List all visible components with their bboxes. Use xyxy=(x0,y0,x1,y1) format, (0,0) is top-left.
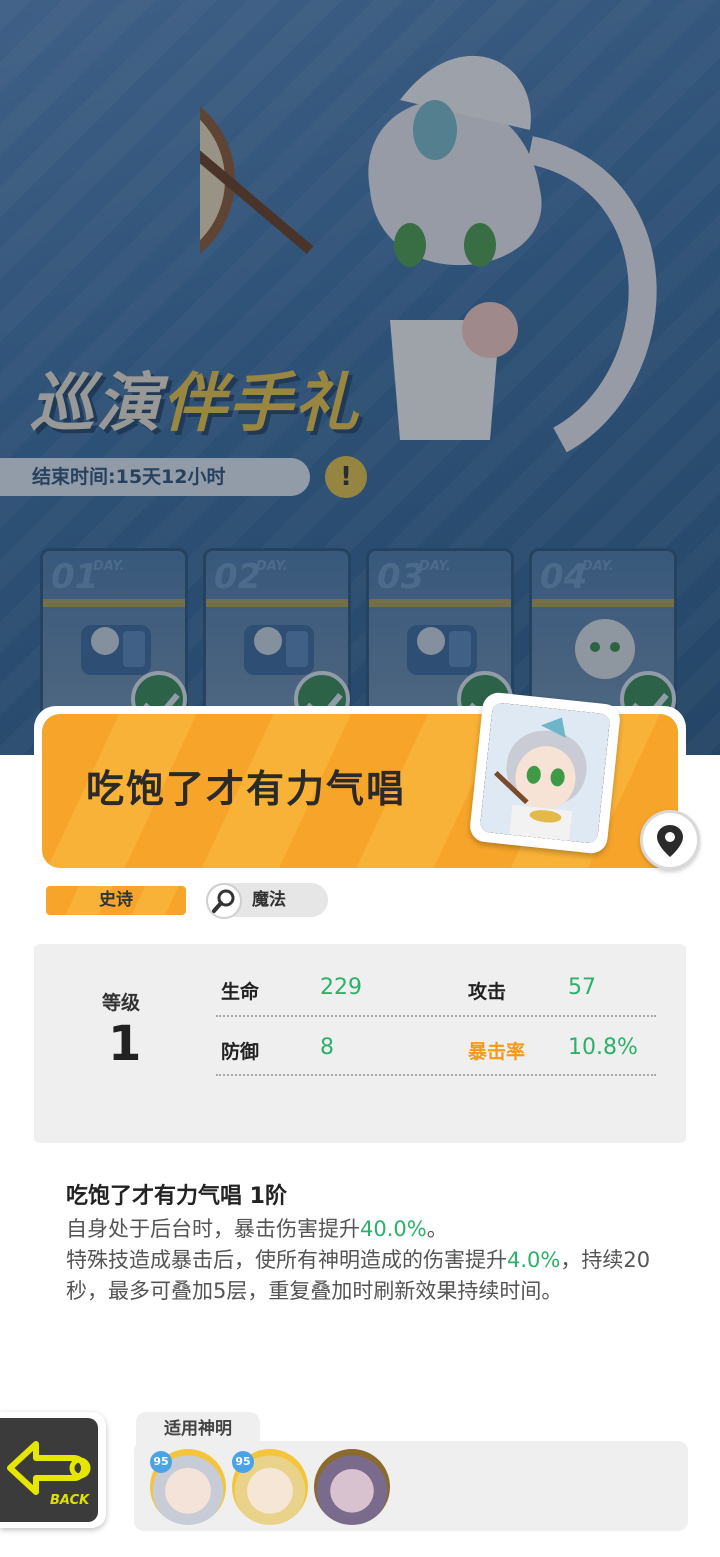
back-label: BACK xyxy=(50,1493,90,1508)
item-name: 吃饱了才有力气唱 xyxy=(86,767,407,811)
event-banner: 巡演伴手礼 结束时间:15天12小时 ! 01 DAY. 02 DAY. 03 … xyxy=(0,0,720,755)
crit-label: 暴击率 xyxy=(468,1041,526,1063)
skill-description: 自身处于后台时，暴击伤害提升40.0%。 特殊技造成暴击后，使所有神明造成的伤害… xyxy=(66,1217,651,1303)
stats-panel: 等级 1 生命 229 攻击 57 防御 8 暴击率 10.8% xyxy=(34,944,686,1143)
skill-value-highlight: 4.0% xyxy=(507,1248,561,1272)
def-label: 防御 xyxy=(221,1041,260,1063)
def-value: 8 xyxy=(320,1035,334,1060)
deity-level-badge: 95 xyxy=(232,1451,254,1473)
divider xyxy=(216,1015,656,1017)
item-portrait xyxy=(468,691,622,855)
back-arrow-icon xyxy=(7,1441,91,1495)
skill-value-highlight: 40.0% xyxy=(360,1217,427,1241)
atk-value: 57 xyxy=(568,975,596,1000)
crit-value: 10.8% xyxy=(568,1035,638,1060)
type-badge: 魔法 xyxy=(206,883,328,919)
skill-title: 吃饱了才有力气唱 1阶 xyxy=(66,1184,287,1209)
magnifier-icon xyxy=(206,883,242,919)
type-label: 魔法 xyxy=(252,890,286,910)
location-pin-icon xyxy=(657,825,683,857)
rarity-badge: 史诗 xyxy=(46,886,186,915)
deity-avatar-1[interactable]: 95 xyxy=(150,1449,226,1525)
hp-label: 生命 xyxy=(221,981,260,1003)
deity-avatar-2[interactable]: 95 xyxy=(232,1449,308,1525)
deity-avatar-3[interactable] xyxy=(314,1449,390,1525)
level-label: 等级 xyxy=(102,992,141,1014)
location-button[interactable] xyxy=(640,810,700,870)
character-portrait-art xyxy=(479,702,611,844)
atk-label: 攻击 xyxy=(468,981,507,1003)
avatar xyxy=(314,1449,390,1525)
hp-value: 229 xyxy=(320,975,362,1000)
divider xyxy=(216,1074,656,1076)
deity-level-badge: 95 xyxy=(150,1451,172,1473)
modal-dim-overlay[interactable] xyxy=(0,0,720,755)
back-button[interactable]: BACK xyxy=(0,1412,106,1528)
level-value: 1 xyxy=(108,1016,142,1072)
